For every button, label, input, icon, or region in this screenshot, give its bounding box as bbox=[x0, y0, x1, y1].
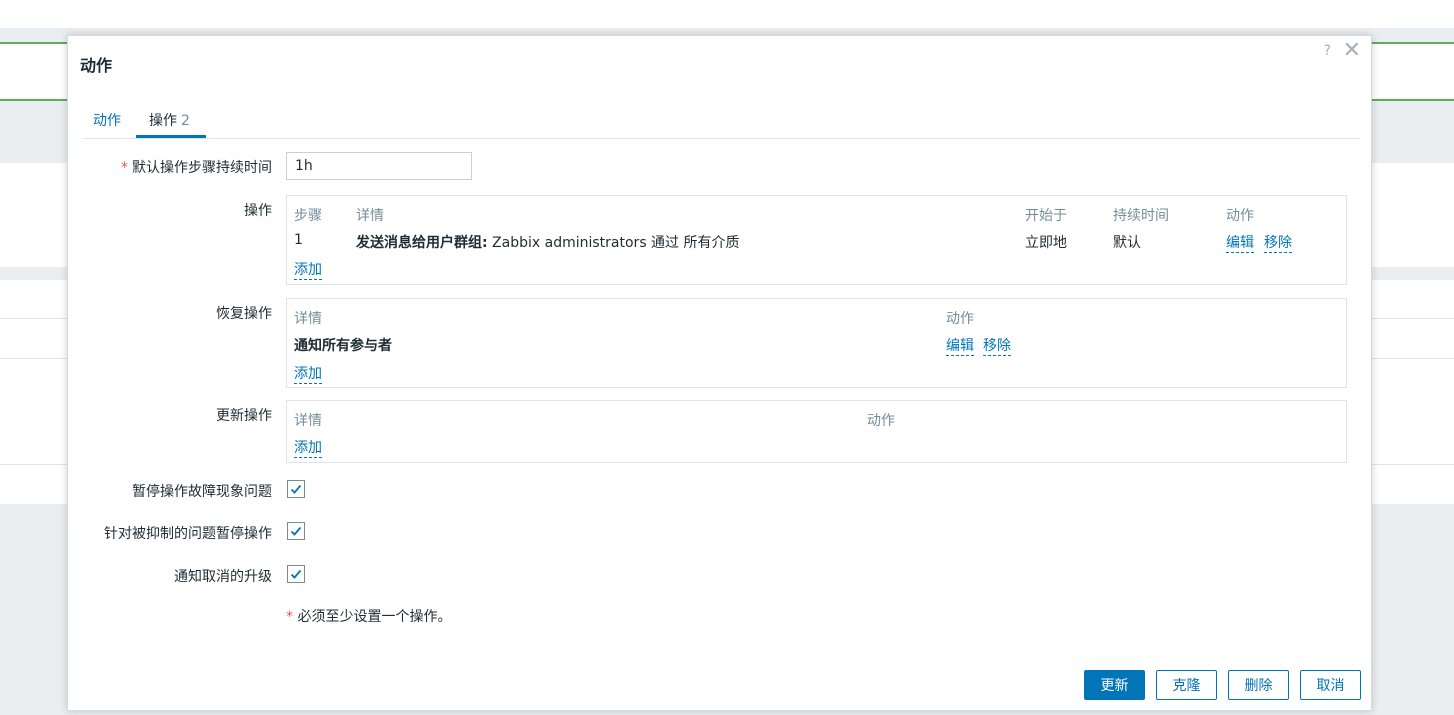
operations-header-step: 步骤 bbox=[294, 208, 322, 224]
operation-remove-link[interactable]: 移除 bbox=[1264, 232, 1292, 253]
operations-header-details: 详情 bbox=[356, 208, 384, 224]
recovery-remove-link[interactable]: 移除 bbox=[983, 335, 1011, 356]
operations-label: 操作 bbox=[244, 203, 272, 219]
operation-row-duration: 默认 bbox=[1113, 235, 1141, 251]
active-tab-indicator bbox=[136, 135, 206, 138]
update-header-details: 详情 bbox=[294, 413, 322, 429]
operation-edit-link[interactable]: 编辑 bbox=[1226, 232, 1254, 253]
recovery-row-details: 通知所有参与者 bbox=[294, 338, 392, 354]
tab-operations[interactable]: 操作 2 bbox=[149, 110, 190, 130]
operation-row-details-bold: 发送消息给用户群组: bbox=[356, 235, 488, 251]
checkmark-icon bbox=[290, 569, 302, 579]
required-marker: * bbox=[286, 609, 293, 625]
operation-row-details: 发送消息给用户群组: Zabbix administrators 通过 所有介质 bbox=[356, 232, 740, 252]
checkmark-icon bbox=[290, 526, 302, 536]
tab-action[interactable]: 动作 bbox=[93, 110, 121, 130]
background-header-band bbox=[0, 0, 1454, 28]
operations-add-link[interactable]: 添加 bbox=[294, 259, 322, 280]
recovery-header-action: 动作 bbox=[946, 311, 974, 327]
pause-symptoms-label: 暂停操作故障现象问题 bbox=[132, 484, 272, 500]
pause-suppressed-checkbox[interactable] bbox=[287, 522, 305, 540]
operations-header-start-in: 开始于 bbox=[1025, 208, 1067, 224]
cancel-button[interactable]: 取消 bbox=[1300, 670, 1361, 700]
update-operations-label: 更新操作 bbox=[216, 408, 272, 424]
update-header-action: 动作 bbox=[867, 413, 895, 429]
operations-header-action: 动作 bbox=[1226, 208, 1254, 224]
recovery-header-details: 详情 bbox=[294, 311, 322, 327]
recovery-operations-table: 详情 动作 通知所有参与者 编辑 移除 添加 bbox=[286, 298, 1347, 388]
required-note-text: 必须至少设置一个操作。 bbox=[293, 609, 452, 625]
required-note: * 必须至少设置一个操作。 bbox=[286, 606, 451, 626]
tab-operations-label: 操作 bbox=[149, 113, 177, 129]
operations-header-duration: 持续时间 bbox=[1113, 208, 1169, 224]
update-add-link[interactable]: 添加 bbox=[294, 437, 322, 458]
close-icon[interactable]: ✕ bbox=[1343, 38, 1361, 63]
update-operations-table: 详情 动作 添加 bbox=[286, 400, 1347, 463]
action-dialog: 动作 ? ✕ 动作 操作2 *默认操作步骤持续时间 操作 步骤 详情 开始于 持… bbox=[67, 35, 1372, 711]
recovery-edit-link[interactable]: 编辑 bbox=[946, 335, 974, 356]
help-icon[interactable]: ? bbox=[1324, 43, 1331, 59]
operations-table: 步骤 详情 开始于 持续时间 动作 1 发送消息给用户群组: Zabbix ad… bbox=[286, 195, 1347, 285]
pause-suppressed-label: 针对被抑制的问题暂停操作 bbox=[104, 526, 272, 542]
default-step-duration-input[interactable] bbox=[286, 152, 472, 180]
default-step-duration-label: * 默认操作步骤持续时间 bbox=[121, 157, 272, 177]
operation-row-details-text: Zabbix administrators 通过 所有介质 bbox=[487, 235, 740, 251]
notify-cancelled-checkbox[interactable] bbox=[287, 565, 305, 583]
tab-operations-count: 2 bbox=[181, 113, 190, 129]
dialog-title: 动作 bbox=[80, 56, 113, 75]
tab-bar: 动作 操作 2 bbox=[82, 100, 1360, 139]
delete-button[interactable]: 删除 bbox=[1228, 670, 1289, 700]
checkmark-icon bbox=[290, 484, 302, 494]
update-button[interactable]: 更新 bbox=[1084, 670, 1145, 700]
operation-row-step: 1 bbox=[294, 232, 303, 248]
notify-cancelled-label: 通知取消的升级 bbox=[174, 569, 272, 585]
recovery-add-link[interactable]: 添加 bbox=[294, 363, 322, 384]
recovery-operations-label: 恢复操作 bbox=[216, 306, 272, 322]
required-marker: * bbox=[121, 160, 128, 176]
pause-symptoms-checkbox[interactable] bbox=[287, 480, 305, 498]
default-step-duration-label-text: 默认操作步骤持续时间 bbox=[132, 160, 272, 176]
clone-button[interactable]: 克隆 bbox=[1156, 670, 1217, 700]
operation-row-start-in: 立即地 bbox=[1025, 235, 1067, 251]
